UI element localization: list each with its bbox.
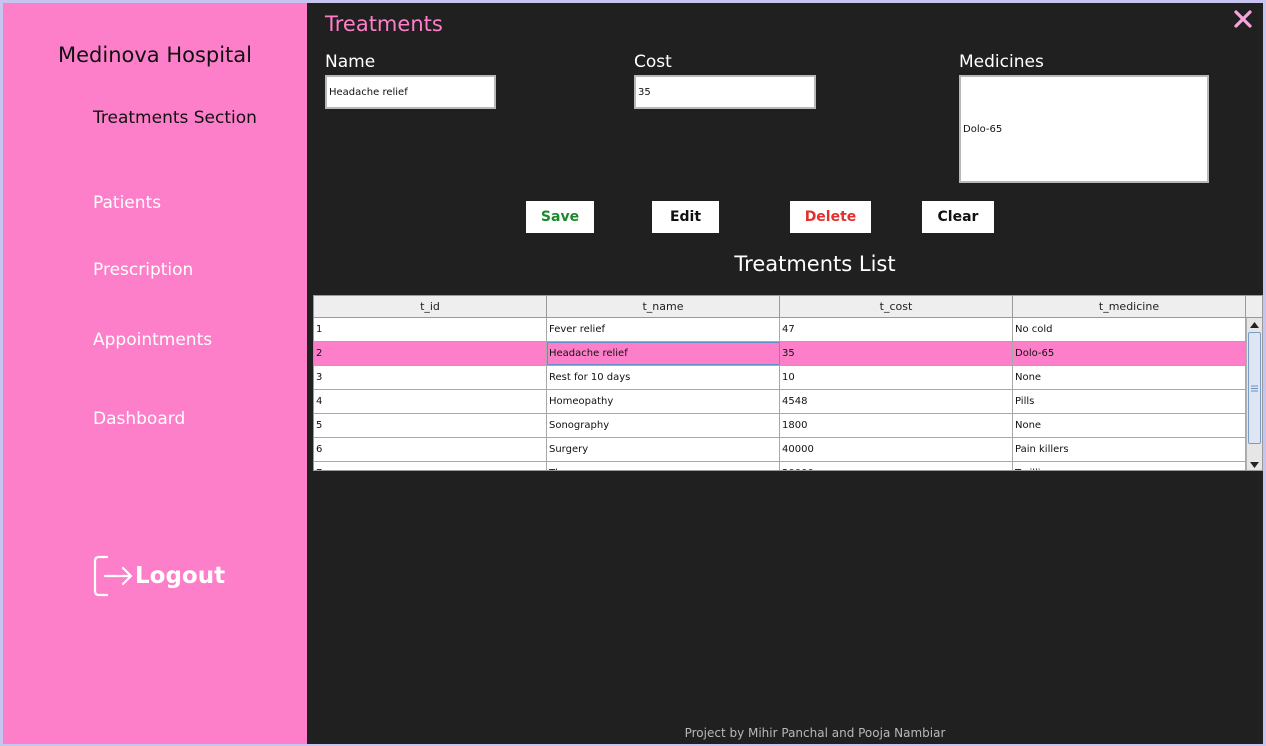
header-corner [1246,296,1262,318]
cell-t-medicine[interactable]: Dolo-65 [1013,342,1246,365]
current-section-label: Treatments Section [93,108,257,128]
cell-t-id[interactable]: 5 [314,414,547,437]
cell-t-medicine[interactable]: Pills [1013,390,1246,413]
cell-t-medicine[interactable]: No cold [1013,318,1246,341]
cell-t-cost[interactable]: 10 [780,366,1013,389]
cell-t-cost[interactable]: 1800 [780,414,1013,437]
table-row[interactable]: 4 Homeopathy 4548 Pills [314,390,1247,414]
cell-t-medicine[interactable]: Pain killers [1013,438,1246,461]
cell-t-name[interactable]: Surgery [547,438,780,461]
column-header-t-name[interactable]: t_name [547,296,780,317]
cell-t-id[interactable]: 6 [314,438,547,461]
cell-t-id[interactable]: 3 [314,366,547,389]
table-row[interactable]: 5 Sonography 1800 None [314,414,1247,438]
table-header: t_id t_name t_cost t_medicine [314,296,1247,318]
app-window: Medinova Hospital Treatments Section Pat… [3,3,1263,744]
nav-prescription[interactable]: Prescription [93,260,193,280]
medicines-textarea[interactable]: Dolo-65 [959,75,1209,183]
table-row[interactable]: 3 Rest for 10 days 10 None [314,366,1247,390]
cell-t-id[interactable]: 7 [314,462,547,470]
medicines-value: Dolo-65 [963,123,1003,135]
cell-t-name[interactable]: Sonography [547,414,780,437]
table-row-partial[interactable]: 7 Th... 20000 T...illi... [314,462,1247,470]
table-row[interactable]: 6 Surgery 40000 Pain killers [314,438,1247,462]
column-header-t-medicine[interactable]: t_medicine [1013,296,1246,317]
cell-t-id[interactable]: 4 [314,390,547,413]
cell-t-name[interactable]: Homeopathy [547,390,780,413]
logout-button[interactable]: Logout [93,555,225,597]
name-field[interactable] [325,75,496,109]
edit-button[interactable]: Edit [652,201,719,233]
clear-button[interactable]: Clear [922,201,994,233]
logout-label: Logout [135,563,226,589]
treatments-table: t_id t_name t_cost t_medicine 1 Fever re… [313,295,1263,471]
cell-t-cost[interactable]: 20000 [780,462,1013,470]
table-row-selected[interactable]: 2 Headache relief 35 Dolo-65 [314,342,1247,366]
page-title: Treatments [325,12,443,36]
footer-credit: Project by Mihir Panchal and Pooja Nambi… [684,726,946,740]
cell-t-medicine[interactable]: None [1013,414,1246,437]
cell-t-name[interactable]: Headache relief [547,342,780,365]
sidebar: Medinova Hospital Treatments Section Pat… [3,3,307,744]
main-panel: Treatments Name Cost Medicines Dolo-65 S… [313,3,1263,744]
chevron-down-icon [1250,462,1259,468]
cell-t-id[interactable]: 2 [314,342,547,365]
logout-icon [93,555,133,597]
brand-title: Medinova Hospital [57,43,252,67]
cell-t-medicine[interactable]: T...illi... [1013,462,1246,470]
delete-button[interactable]: Delete [790,201,871,233]
cell-t-cost[interactable]: 4548 [780,390,1013,413]
nav-dashboard[interactable]: Dashboard [93,409,185,429]
cell-t-name[interactable]: Fever relief [547,318,780,341]
medicines-label: Medicines [959,52,1044,72]
table-row[interactable]: 1 Fever relief 47 No cold [314,318,1247,342]
close-icon[interactable] [1233,9,1253,29]
cell-t-name[interactable]: Rest for 10 days [547,366,780,389]
scroll-up-button[interactable] [1247,318,1262,332]
scroll-down-button[interactable] [1247,458,1262,470]
cell-t-cost[interactable]: 35 [780,342,1013,365]
list-title: Treatments List [734,252,896,276]
table-scrollbar[interactable] [1246,318,1262,470]
cell-t-cost[interactable]: 47 [780,318,1013,341]
column-header-t-id[interactable]: t_id [314,296,547,317]
cell-t-id[interactable]: 1 [314,318,547,341]
nav-appointments[interactable]: Appointments [93,330,212,350]
cell-t-cost[interactable]: 40000 [780,438,1013,461]
column-header-t-cost[interactable]: t_cost [780,296,1013,317]
cell-t-name[interactable]: Th... [547,462,780,470]
cost-label: Cost [634,52,672,72]
chevron-up-icon [1250,322,1259,328]
table-body: 1 Fever relief 47 No cold 2 Headache rel… [314,318,1247,470]
cell-t-medicine[interactable]: None [1013,366,1246,389]
grip-icon [1251,385,1258,391]
scroll-thumb[interactable] [1248,332,1261,444]
save-button[interactable]: Save [526,201,594,233]
name-label: Name [325,52,376,72]
cost-field[interactable] [634,75,816,109]
nav-patients[interactable]: Patients [93,193,161,213]
